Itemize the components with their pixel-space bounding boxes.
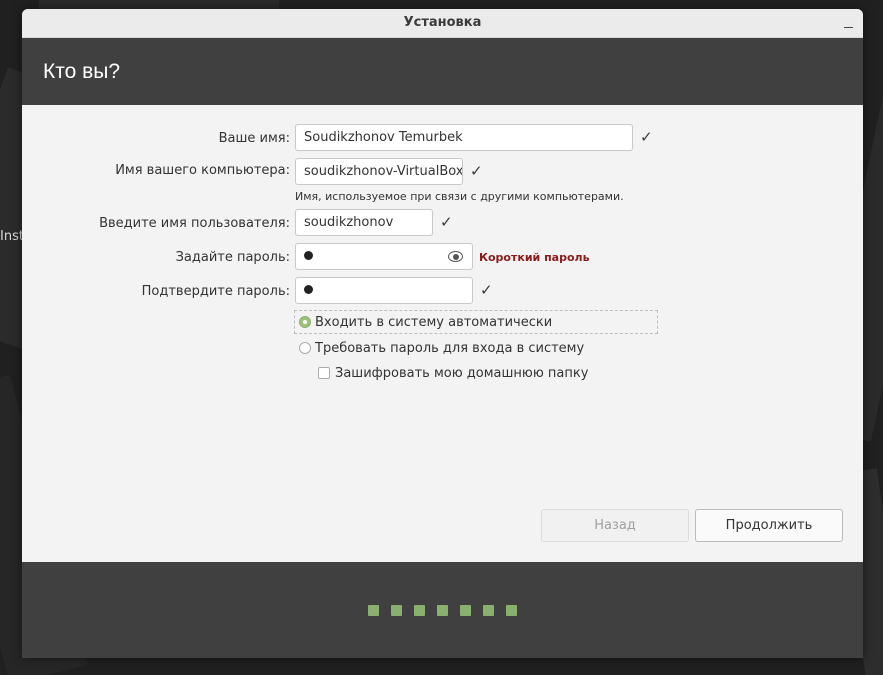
checkbox-icon: [318, 367, 330, 379]
computer-name-hint: Имя, используемое при связи с другими ко…: [295, 190, 624, 203]
step-dot: [483, 605, 494, 616]
name-input[interactable]: Soudikzhonov Temurbek: [295, 124, 633, 151]
step-dot: [460, 605, 471, 616]
title-bar[interactable]: Установка: [22, 9, 863, 38]
step-indicator: [368, 605, 517, 616]
username-label: Введите имя пользователя:: [99, 216, 290, 231]
step-dot: [414, 605, 425, 616]
step-dot: [391, 605, 402, 616]
step-dot: [437, 605, 448, 616]
desktop-icon-label[interactable]: Inst: [0, 229, 24, 244]
progress-footer: [22, 562, 863, 658]
encrypt-home-label: Зашифровать мою домашнюю папку: [335, 365, 589, 381]
password-input[interactable]: [295, 243, 473, 270]
password-dot: [304, 251, 313, 260]
computer-name-label: Имя вашего компьютера:: [115, 163, 290, 178]
back-button[interactable]: Назад: [541, 509, 689, 542]
computer-name-input[interactable]: soudikzhonov-VirtualBox: [295, 158, 463, 185]
require-password-label: Требовать пароль для входа в систему: [315, 340, 585, 356]
confirm-password-valid-icon: ✓: [480, 281, 493, 299]
installer-window: Установка Кто вы? Ваше имя: Soudikzhonov…: [22, 9, 863, 658]
radio-unselected-icon: [299, 342, 311, 354]
page-header: Кто вы?: [22, 38, 863, 105]
encrypt-home-option[interactable]: Зашифровать мою домашнюю папку: [318, 362, 588, 384]
require-password-option[interactable]: Требовать пароль для входа в систему: [299, 337, 584, 359]
name-valid-icon: ✓: [640, 128, 653, 146]
step-dot: [506, 605, 517, 616]
autologin-option[interactable]: Входить в систему автоматически: [294, 310, 658, 334]
form-area: Ваше имя: Soudikzhonov Temurbek ✓ Имя ва…: [22, 105, 863, 562]
computer-name-valid-icon: ✓: [470, 162, 483, 180]
window-title: Установка: [403, 15, 482, 30]
minimize-icon[interactable]: [842, 17, 854, 29]
show-password-icon[interactable]: [448, 250, 464, 263]
autologin-label: Входить в систему автоматически: [315, 314, 553, 330]
step-dot: [368, 605, 379, 616]
username-valid-icon: ✓: [440, 213, 453, 231]
confirm-password-label: Подтвердите пароль:: [141, 284, 290, 299]
name-label: Ваше имя:: [218, 131, 290, 146]
password-label: Задайте пароль:: [175, 250, 290, 265]
continue-button[interactable]: Продолжить: [695, 509, 843, 542]
confirm-password-input[interactable]: [295, 277, 473, 304]
radio-selected-icon: [299, 316, 311, 328]
page-title: Кто вы?: [43, 60, 121, 83]
username-input[interactable]: soudikzhonov: [295, 209, 433, 236]
password-strength: Короткий пароль: [479, 251, 590, 264]
password-dot: [304, 285, 313, 294]
